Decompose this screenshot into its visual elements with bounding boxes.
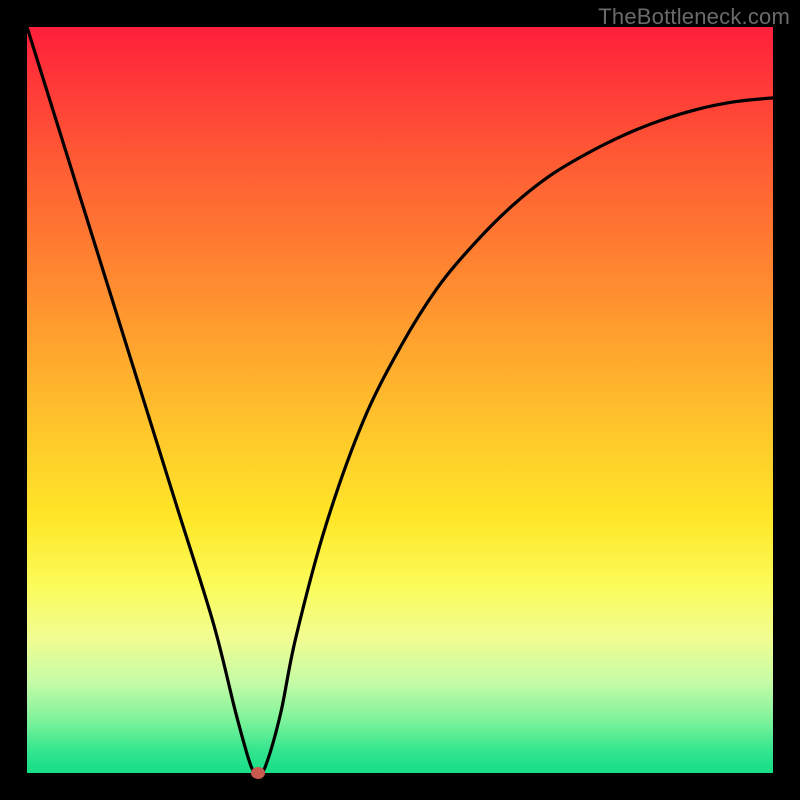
watermark-text: TheBottleneck.com — [598, 4, 790, 30]
bottleneck-curve-path — [27, 27, 773, 773]
chart-frame: TheBottleneck.com — [0, 0, 800, 800]
line-series — [27, 27, 773, 773]
plot-area — [27, 27, 773, 773]
optimal-point-marker — [251, 767, 265, 779]
